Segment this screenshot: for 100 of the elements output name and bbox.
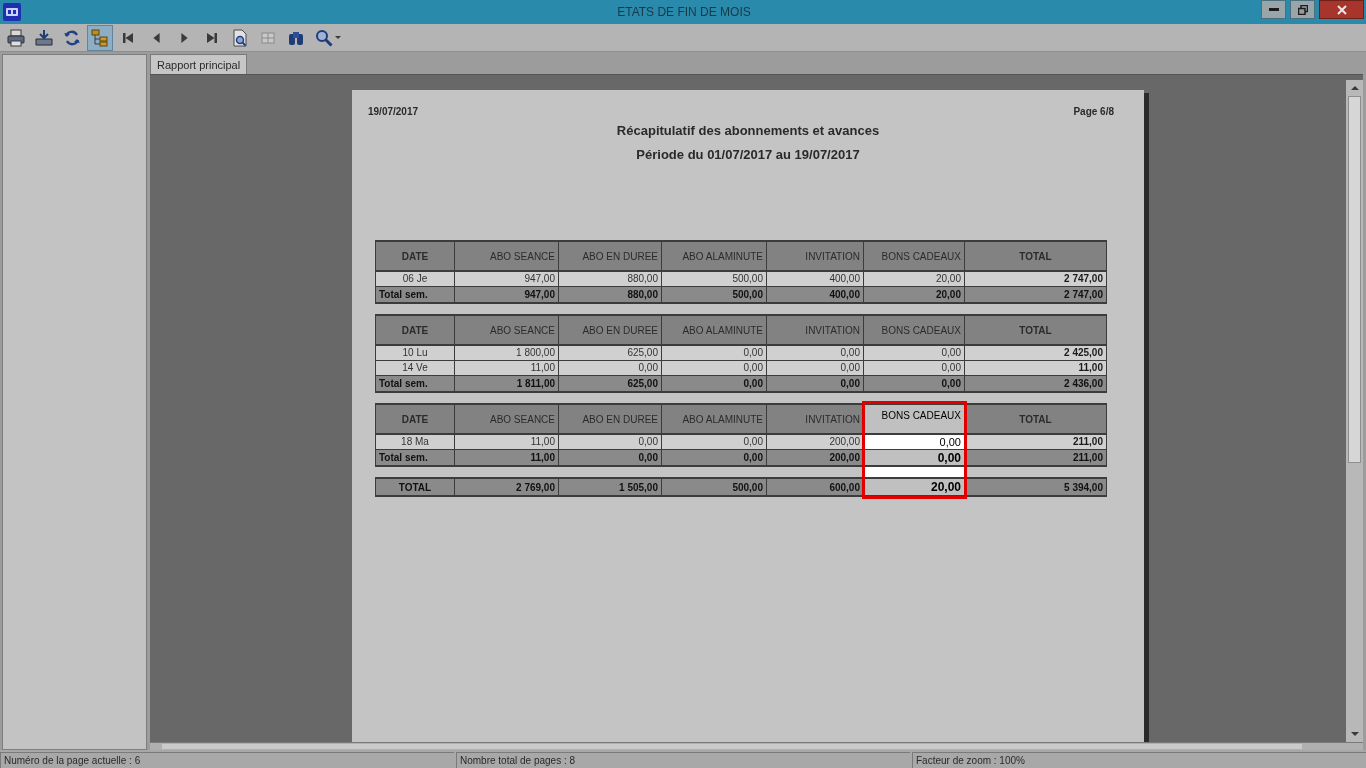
table-cell: 0,00: [662, 346, 767, 361]
scroll-down-icon: [1350, 732, 1359, 736]
column-header: ABO SEANCE: [455, 240, 559, 272]
table-cell: 2 769,00: [455, 477, 559, 497]
status-text: Facteur de zoom : 100%: [912, 752, 1366, 768]
printer-icon: [7, 28, 25, 47]
report-title: Récapitulatif des abonnements et avances: [615, 124, 881, 138]
table-cell: 947,00: [455, 287, 559, 304]
table-cell: 0,00: [559, 435, 662, 450]
table-cell: 1 800,00: [455, 346, 559, 361]
column-header: ABO ALAMINUTE: [662, 403, 767, 435]
table-cell: 0,00: [864, 346, 965, 361]
print-date: 19/07/2017: [368, 106, 419, 118]
column-header: DATE: [375, 240, 455, 272]
table-cell: 2 747,00: [965, 287, 1107, 304]
table-cell: 500,00: [662, 477, 767, 497]
app-icon: [3, 3, 21, 21]
column-header: INVITATION: [767, 314, 864, 346]
table-cell: 14 Ve: [375, 361, 455, 376]
table-cell: 400,00: [767, 287, 864, 304]
column-header: TOTAL: [965, 240, 1107, 272]
table-cell: 500,00: [662, 272, 767, 287]
vertical-scrollbar[interactable]: [1346, 80, 1363, 742]
page-number: Page 6/8: [1073, 106, 1114, 118]
table-cell: 2 436,00: [965, 376, 1107, 393]
restore-icon: [1297, 4, 1308, 15]
table-cell: 10 Lu: [375, 346, 455, 361]
group-tree-button[interactable]: [87, 24, 113, 51]
minimize-icon: [1268, 8, 1279, 11]
table-cell: 211,00: [965, 450, 1107, 467]
minimize-button[interactable]: [1261, 0, 1286, 19]
report-tab[interactable]: Rapport principal: [150, 54, 248, 74]
table-cell: 400,00: [767, 272, 864, 287]
column-header: TOTAL: [965, 314, 1107, 346]
column-header: ABO SEANCE: [455, 314, 559, 346]
scroll-up-icon: [1350, 86, 1359, 90]
column-header: BONS CADEAUX: [864, 314, 965, 346]
column-header: ABO ALAMINUTE: [662, 240, 767, 272]
folder-tree-icon: [91, 28, 109, 47]
table-cell: 625,00: [559, 346, 662, 361]
column-header: INVITATION: [767, 403, 864, 435]
table-cell: 211,00: [965, 435, 1107, 450]
table-cell: 0,00: [662, 376, 767, 393]
table-cell: 0,00: [767, 346, 864, 361]
table-cell: 18 Ma: [375, 435, 455, 450]
table-cell: 0,00: [864, 450, 965, 467]
table-cell: 947,00: [455, 272, 559, 287]
caret-icon: [335, 36, 341, 39]
column-header: BONS CADEAUX: [864, 240, 965, 272]
page-magnifier-icon: [231, 28, 249, 47]
table-cell: 200,00: [767, 435, 864, 450]
column-header: ABO SEANCE: [455, 403, 559, 435]
column-header: ABO ALAMINUTE: [662, 314, 767, 346]
table-cell: 0,00: [559, 450, 662, 467]
table-cell: 880,00: [559, 287, 662, 304]
triangle-left-icon: [152, 32, 160, 43]
refresh-icon: [63, 28, 81, 47]
table-cell: 0,00: [767, 361, 864, 376]
table-cell: 500,00: [662, 287, 767, 304]
close-button[interactable]: [1319, 0, 1364, 19]
window-title: ETATS DE FIN DE MOIS: [617, 5, 751, 19]
skip-back-icon: [123, 32, 133, 43]
table-cell: 880,00: [559, 272, 662, 287]
report-period: Période du 01/07/2017 au 19/07/2017: [635, 148, 861, 162]
table-cell: 0,00: [662, 450, 767, 467]
table-cell: 11,00: [455, 361, 559, 376]
status-text: Numéro de la page actuelle : 6: [0, 752, 454, 768]
column-header: DATE: [375, 403, 455, 435]
table-cell: 06 Je: [375, 272, 455, 287]
column-header: DATE: [375, 314, 455, 346]
table-cell: 625,00: [559, 376, 662, 393]
table-cell: 20,00: [864, 287, 965, 304]
table-cell: 0,00: [864, 435, 965, 450]
table-cell: 0,00: [662, 361, 767, 376]
column-header: ABO EN DUREE: [559, 403, 662, 435]
table-cell: 5 394,00: [965, 477, 1107, 497]
column-header: BONS CADEAUX: [864, 403, 965, 435]
table-cell: 2 425,00: [965, 346, 1107, 361]
column-header: INVITATION: [767, 240, 864, 272]
table-cell: 200,00: [767, 450, 864, 467]
column-header: ABO EN DUREE: [559, 240, 662, 272]
table-cell: 0,00: [767, 376, 864, 393]
column-header: TOTAL: [965, 403, 1107, 435]
magnifier-icon: [315, 28, 333, 47]
table-cell: TOTAL: [375, 477, 455, 497]
triangle-right-icon: [180, 32, 188, 43]
table-cell: Total sem.: [375, 450, 455, 467]
close-icon: [1336, 4, 1347, 15]
table-cell: 0,00: [864, 376, 965, 393]
table-cell: 20,00: [864, 477, 965, 497]
table-cell: Total sem.: [375, 376, 455, 393]
table-cell: Total sem.: [375, 287, 455, 304]
restore-button[interactable]: [1290, 0, 1315, 19]
table-cell: 600,00: [767, 477, 864, 497]
table-cell: 1 811,00: [455, 376, 559, 393]
table-cell: 2 747,00: [965, 272, 1107, 287]
table-cell: 0,00: [864, 361, 965, 376]
table-cell: 0,00: [559, 361, 662, 376]
tray-arrow-icon: [35, 28, 53, 47]
table-cell: 20,00: [864, 272, 965, 287]
